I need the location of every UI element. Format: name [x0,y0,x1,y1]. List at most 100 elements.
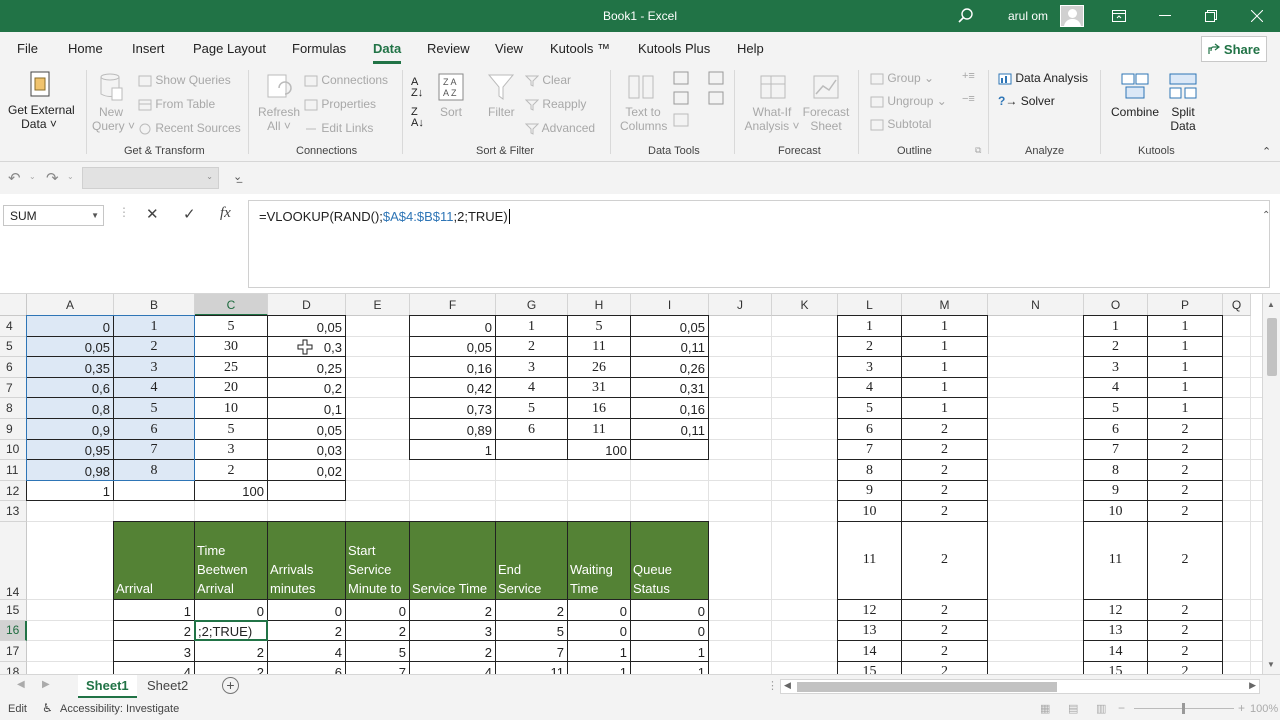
vertical-scroll-thumb[interactable] [1267,318,1277,376]
expand-formula-bar-icon[interactable]: ⌃ [1262,210,1270,221]
page-layout-view-icon[interactable]: ▤ [1068,702,1078,715]
cell-l6[interactable]: 3 [838,357,901,377]
cell-c18[interactable]: 2 [195,662,267,674]
cell-f18[interactable]: 4 [410,662,495,674]
sort-descending-button[interactable]: Z A↓ [411,107,424,129]
cell-o12[interactable]: 9 [1084,481,1147,501]
cell-g9[interactable]: 6 [496,419,567,439]
edit-links-button[interactable]: Edit Links [304,121,373,135]
cell-b4[interactable]: 1 [114,316,194,336]
row-header-12[interactable]: 12 [0,480,27,502]
cell-l13[interactable]: 10 [838,501,901,521]
cell-m12[interactable]: 2 [902,481,987,501]
cell-f7[interactable]: 0,42 [410,378,495,398]
cell-g6[interactable]: 3 [496,357,567,377]
column-header-j[interactable]: J [709,294,772,316]
cell-c9[interactable]: 5 [195,419,267,439]
cell-i17[interactable]: 1 [631,641,708,661]
cell-l16[interactable]: 13 [838,621,901,641]
column-header-p[interactable]: P [1148,294,1223,316]
forecast-sheet-button[interactable]: Forecast Sheet [802,105,850,133]
cell-m9[interactable]: 2 [902,419,987,439]
avatar[interactable] [1060,5,1084,27]
cell-g15[interactable]: 2 [496,600,567,620]
split-data-button[interactable]: Split Data [1168,105,1198,133]
cell-i15[interactable]: 0 [631,600,708,620]
cell-g17[interactable]: 7 [496,641,567,661]
cell-a5[interactable]: 0,05 [27,336,113,357]
cell-c8[interactable]: 10 [195,398,267,418]
cell-f8[interactable]: 0,73 [410,398,495,418]
tab-review[interactable]: Review [427,41,470,56]
cell-l18[interactable]: 15 [838,662,901,674]
tab-kutools[interactable]: Kutools ™ [550,41,610,56]
scroll-up-icon[interactable]: ▲ [1267,300,1275,309]
group-button[interactable]: Group ⌄ [870,71,934,85]
cell-d18[interactable]: 6 [268,662,345,674]
cell-i7[interactable]: 0,31 [631,378,708,398]
cell-d10[interactable]: 0,03 [268,440,345,460]
cell-h8[interactable]: 16 [568,398,630,418]
cell-a6[interactable]: 0,35 [27,357,113,377]
cell-f9[interactable]: 0,89 [410,419,495,439]
cell-b18[interactable]: 4 [114,662,194,674]
tab-split-handle-icon[interactable]: ⋮ [767,679,778,692]
cell-m7[interactable]: 1 [902,378,987,398]
cell-h15[interactable]: 0 [568,600,630,620]
cell-p17[interactable]: 2 [1148,641,1222,661]
clear-button[interactable]: Clear [525,73,571,87]
cell-m14[interactable]: 2 [902,522,987,599]
data-analysis-button[interactable]: Data Analysis [998,71,1088,86]
cell-p11[interactable]: 2 [1148,460,1222,480]
from-table-button[interactable]: From Table [138,97,215,111]
formula-input[interactable]: =VLOOKUP(RAND();$A$4:$B$11;2;TRUE) [248,200,1270,288]
sim-header-7[interactable]: Waiting Time [568,522,630,599]
cell-m5[interactable]: 1 [902,337,987,357]
column-header-n[interactable]: N [988,294,1084,316]
cell-f10[interactable]: 1 [410,440,495,460]
search-icon[interactable] [957,7,975,25]
sheet-prev-icon[interactable]: ◀ [17,679,25,690]
tab-home[interactable]: Home [68,41,103,56]
cell-d17[interactable]: 4 [268,641,345,661]
scroll-right-icon[interactable]: ▶ [1249,680,1256,691]
cell-h16[interactable]: 0 [568,621,630,641]
row-header-6[interactable]: 6 [0,357,27,378]
cell-g5[interactable]: 2 [496,337,567,357]
cell-g18[interactable]: 11 [496,662,567,674]
cell-b11[interactable]: 8 [114,460,194,480]
sheet-tab-sheet2[interactable]: Sheet2 [139,675,196,698]
cell-b9[interactable]: 6 [114,419,194,439]
cell-c11[interactable]: 2 [195,460,267,480]
scroll-down-icon[interactable]: ▼ [1267,660,1275,669]
sim-header-6[interactable]: End Service [496,522,567,599]
cell-e16[interactable]: 2 [346,621,409,641]
connections-button[interactable]: Connections [304,73,388,87]
cell-a4[interactable]: 0 [27,316,113,336]
cell-d7[interactable]: 0,2 [268,378,345,398]
cell-b15[interactable]: 1 [114,600,194,620]
cell-c10[interactable]: 3 [195,440,267,460]
redo-dropdown-icon[interactable]: ⌄ [67,172,74,181]
cell-h7[interactable]: 31 [568,378,630,398]
tab-data[interactable]: Data [373,41,402,64]
cell-b7[interactable]: 4 [114,377,194,398]
cell-h18[interactable]: 1 [568,662,630,674]
cell-g8[interactable]: 5 [496,398,567,418]
show-queries-button[interactable]: Show Queries [138,73,231,87]
ribbon-display-icon[interactable] [1096,0,1142,32]
get-external-data-button[interactable]: Get External Data ˅ [8,103,75,131]
cell-f4[interactable]: 0 [410,316,495,336]
cell-m17[interactable]: 2 [902,641,987,661]
recent-sources-button[interactable]: Recent Sources [138,121,241,135]
row-header-16[interactable]: 16 [0,620,27,642]
tab-formulas[interactable]: Formulas [292,41,346,56]
cell-o18[interactable]: 15 [1084,662,1147,674]
cell-g7[interactable]: 4 [496,378,567,398]
cell-m6[interactable]: 1 [902,357,987,377]
outline-dialog-launcher-icon[interactable]: ⧉ [975,145,981,156]
normal-view-icon[interactable]: ▦ [1040,702,1050,715]
name-box[interactable]: SUM ▼ [3,205,104,226]
sim-header-2[interactable]: Time Beetwen Arrival [195,522,267,599]
combine-button[interactable]: Combine [1111,105,1159,119]
